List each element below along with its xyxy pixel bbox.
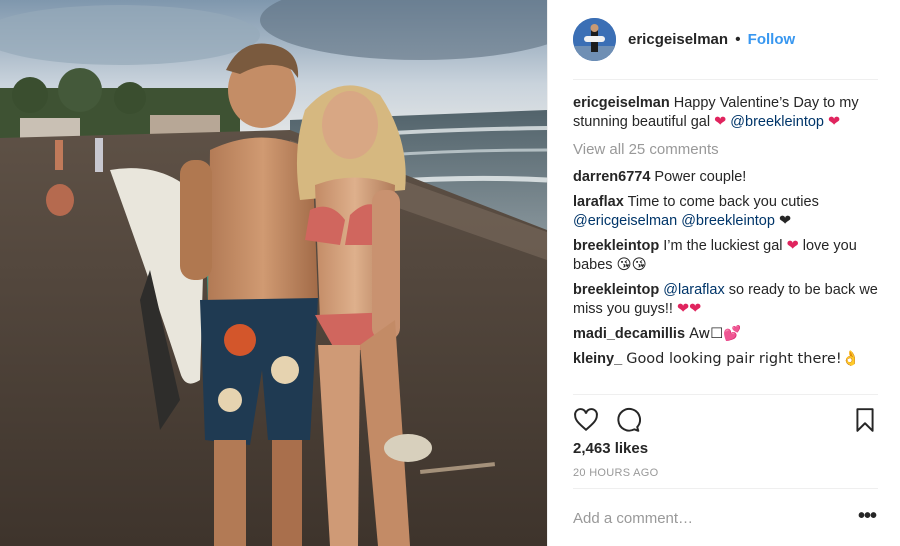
comment-username[interactable]: darren6774 bbox=[573, 169, 650, 185]
comment-emoji: 😘😘 bbox=[616, 257, 647, 273]
comment-item: darren6774 Power couple! bbox=[573, 168, 883, 187]
avatar[interactable] bbox=[573, 18, 616, 61]
comment-username[interactable]: breekleintop bbox=[573, 282, 659, 298]
action-bar bbox=[573, 394, 878, 434]
comment-mention[interactable]: @laraflax bbox=[663, 282, 724, 298]
comment-item: breekleintop I’m the luckiest gal ❤ love… bbox=[573, 237, 883, 275]
comment-text: Power couple! bbox=[654, 169, 747, 185]
comment-item: madi_decamillis Aw☐💕 bbox=[573, 325, 883, 344]
comments-list: ericgeiselman Happy Valentine’s Day to m… bbox=[573, 94, 883, 392]
heart-emoji-icon: ❤ bbox=[828, 114, 841, 130]
comment-username[interactable]: breekleintop bbox=[573, 238, 659, 254]
add-comment-input[interactable] bbox=[573, 506, 843, 530]
author-username[interactable]: ericgeiselman bbox=[628, 31, 728, 48]
comment-item: laraflax Time to come back you cuties @e… bbox=[573, 193, 883, 231]
post-details-panel: ericgeiselman • Follow ericgeiselman Hap… bbox=[547, 0, 900, 546]
caption-mention[interactable]: @breekleintop bbox=[730, 114, 824, 130]
bookmark-icon[interactable] bbox=[852, 407, 878, 433]
follow-button[interactable]: Follow bbox=[748, 31, 796, 48]
comment-mentions[interactable]: @ericgeiselman @breekleintop bbox=[573, 213, 775, 229]
heart-emoji-icon: ❤❤ bbox=[676, 301, 702, 317]
comment-text: Time to come back you cuties bbox=[627, 194, 819, 210]
post-timestamp: 20 HOURS AGO bbox=[573, 467, 659, 479]
comment-text: I’m the luckiest gal bbox=[663, 238, 783, 254]
view-all-comments-link[interactable]: View all 25 comments bbox=[573, 140, 883, 159]
heart-outline-icon[interactable] bbox=[573, 407, 599, 433]
caption: ericgeiselman Happy Valentine’s Day to m… bbox=[573, 94, 883, 132]
avatar-image bbox=[573, 18, 616, 61]
comment-item: breekleintop @laraflax so ready to be ba… bbox=[573, 281, 883, 319]
comment-text: Aw☐💕 bbox=[689, 326, 742, 342]
caption-username[interactable]: ericgeiselman bbox=[573, 95, 670, 111]
heart-emoji-icon: ❤ bbox=[786, 238, 799, 254]
add-comment-section: ••• bbox=[573, 488, 878, 546]
comment-text: Good looking pair right there!👌 bbox=[626, 351, 860, 367]
speech-bubble-icon[interactable] bbox=[615, 407, 641, 433]
likes-count[interactable]: 2,463 likes bbox=[573, 440, 648, 457]
more-options-icon[interactable]: ••• bbox=[858, 506, 877, 526]
comment-username[interactable]: laraflax bbox=[573, 194, 624, 210]
separator-dot: • bbox=[735, 31, 741, 48]
comment-username[interactable]: madi_decamillis bbox=[573, 326, 685, 342]
comment-username[interactable]: kleiny_ bbox=[573, 351, 622, 367]
post-photo[interactable] bbox=[0, 0, 547, 546]
comment-emoji: ❤ bbox=[778, 213, 792, 229]
comment-item: kleiny_ Good looking pair right there!👌 bbox=[573, 350, 883, 369]
beach-couple-photo bbox=[0, 0, 547, 546]
post-header: ericgeiselman • Follow bbox=[573, 18, 878, 80]
heart-emoji-icon: ❤ bbox=[714, 114, 727, 130]
